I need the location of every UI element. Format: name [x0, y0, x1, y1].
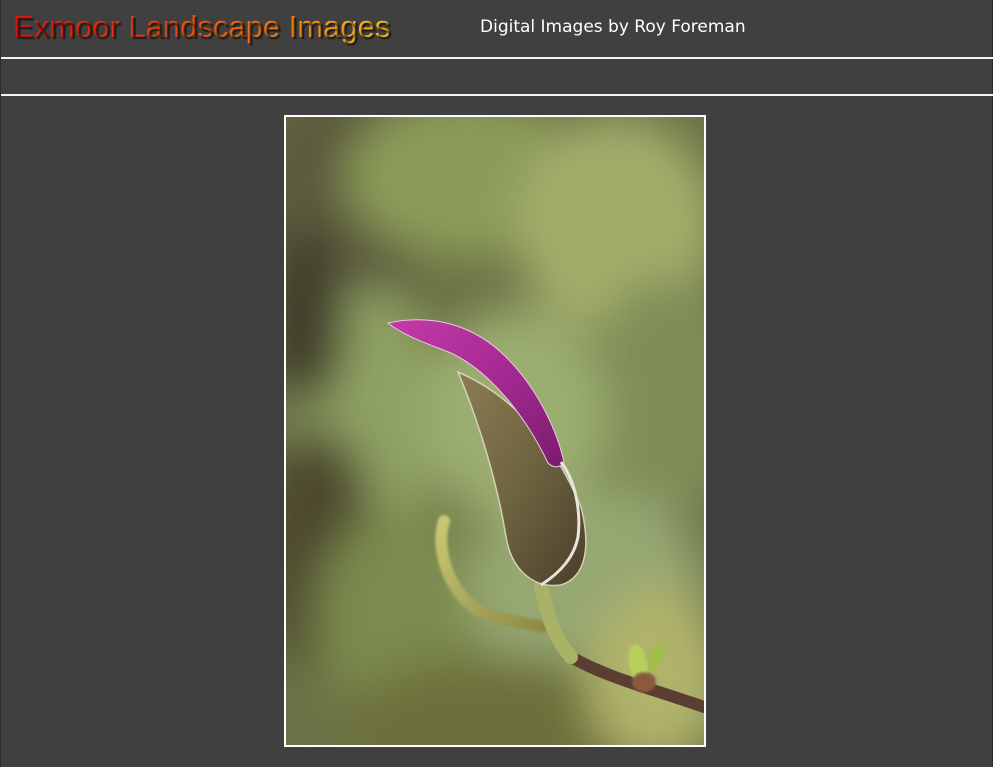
magnolia-bud-image — [286, 117, 704, 745]
site-header: Exmoor Landscape Images Digital Images b… — [1, 0, 993, 59]
nav-bar — [1, 59, 993, 96]
page: Exmoor Landscape Images Digital Images b… — [0, 0, 993, 767]
site-tagline: Digital Images by Roy Foreman — [480, 17, 746, 37]
main-photo[interactable] — [284, 115, 706, 747]
site-title[interactable]: Exmoor Landscape Images — [13, 8, 390, 46]
